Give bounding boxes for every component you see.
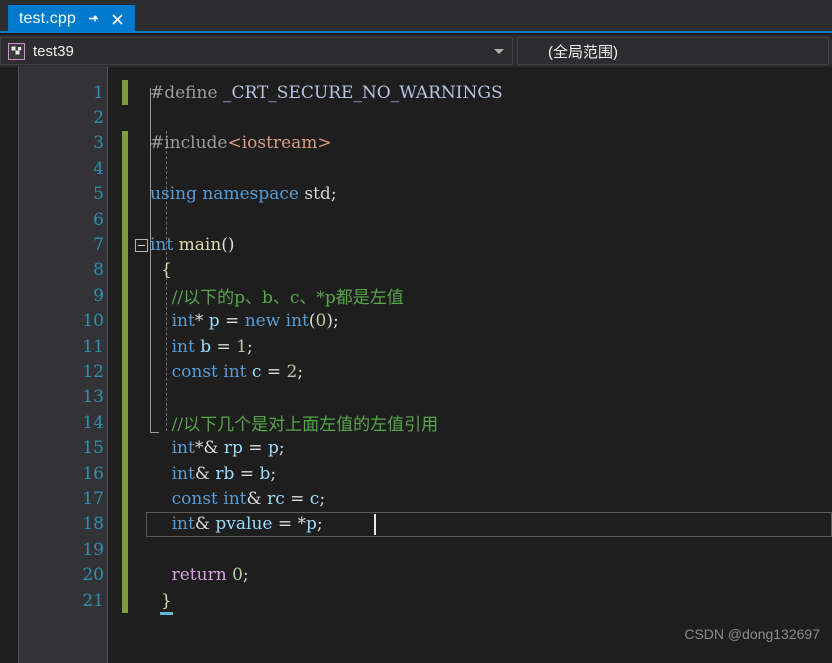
line-number: 14 — [82, 412, 104, 433]
code-row[interactable]: 6 — [0, 206, 832, 233]
change-bar — [122, 105, 128, 130]
line-number: 12 — [82, 361, 104, 382]
code-text: int& rb = b; — [171, 463, 277, 484]
line-number: 20 — [82, 565, 104, 586]
line-number: 5 — [93, 184, 104, 205]
code-text: int& pvalue = *p; — [171, 514, 323, 535]
change-bar — [122, 283, 128, 309]
code-text: int b = 1; — [171, 336, 253, 357]
cpp-project-icon — [8, 42, 25, 60]
code-row[interactable]: 13 — [0, 384, 832, 411]
change-bar — [122, 384, 128, 411]
code-text: const int c = 2; — [171, 361, 304, 382]
code-row[interactable]: 1 #define _CRT_SECURE_NO_WARNINGS — [0, 80, 832, 106]
code-row[interactable]: 2 — [0, 105, 832, 130]
change-bar — [122, 460, 128, 487]
change-bar — [122, 435, 128, 461]
code-row[interactable]: 10 int* p = new int(0); — [0, 308, 832, 334]
line-number: 3 — [93, 133, 104, 154]
change-bar — [122, 206, 128, 233]
code-row[interactable]: 9 //以下的p、b、c、*p都是左值 — [0, 283, 832, 309]
change-bar — [122, 308, 128, 334]
line-number: 11 — [82, 336, 104, 357]
change-bar — [122, 232, 128, 258]
code-editor[interactable]: 1 #define _CRT_SECURE_NO_WARNINGS 2 3 #i… — [0, 67, 832, 663]
code-row[interactable]: 4 — [0, 156, 832, 182]
close-icon[interactable] — [110, 11, 126, 27]
line-number: 16 — [82, 463, 104, 484]
line-number: 6 — [93, 209, 104, 230]
tab-active-underline — [0, 31, 832, 33]
change-bar — [122, 587, 128, 614]
brace-match-indicator — [160, 611, 173, 615]
change-bar — [122, 562, 128, 588]
code-row[interactable]: 14 //以下几个是对上面左值的左值引用 — [0, 410, 832, 436]
line-number: 18 — [82, 514, 104, 535]
navigation-bar: test39 (全局范围) — [0, 35, 832, 67]
collapse-outline-toggle[interactable] — [135, 238, 148, 252]
change-bar — [122, 130, 128, 157]
change-bar — [122, 181, 128, 207]
line-number: 9 — [93, 285, 104, 306]
line-number: 10 — [82, 311, 104, 332]
code-row-current[interactable]: 18 int& pvalue = *p; — [0, 511, 832, 538]
change-bar — [122, 257, 128, 284]
code-row[interactable]: 7 int main() — [0, 232, 832, 258]
code-text: int main() — [150, 235, 235, 256]
line-number: 15 — [82, 438, 104, 459]
code-text: int*& rp = p; — [171, 438, 285, 459]
change-bar — [122, 486, 128, 512]
code-text: using namespace std; — [150, 184, 337, 205]
code-row[interactable]: 17 const int& rc = c; — [0, 486, 832, 512]
code-text: #define _CRT_SECURE_NO_WARNINGS — [150, 82, 503, 103]
line-number: 1 — [93, 82, 104, 103]
change-bar — [122, 80, 128, 106]
code-row[interactable]: 16 int& rb = b; — [0, 460, 832, 487]
editor-tab-test-cpp[interactable]: test.cpp — [8, 5, 135, 33]
code-row[interactable]: 15 int*& rp = p; — [0, 435, 832, 461]
change-bar — [122, 156, 128, 182]
code-row[interactable]: 11 int b = 1; — [0, 333, 832, 360]
code-row[interactable]: 21 } — [0, 587, 832, 615]
change-bar — [122, 410, 128, 436]
code-row[interactable]: 19 — [0, 537, 832, 563]
code-text: int* p = new int(0); — [171, 311, 339, 332]
code-row[interactable]: 3 #include<iostream> — [0, 130, 832, 157]
project-scope-label: test39 — [33, 42, 74, 60]
tab-strip: test.cpp — [0, 0, 832, 33]
code-row[interactable]: 5 using namespace std; — [0, 181, 832, 207]
code-text: const int& rc = c; — [171, 488, 326, 509]
line-number: 7 — [93, 235, 104, 256]
line-number: 19 — [82, 539, 104, 560]
chevron-down-icon[interactable] — [494, 49, 504, 54]
code-text: //以下几个是对上面左值的左值引用 — [150, 415, 439, 436]
line-number: 13 — [82, 387, 104, 408]
member-scope-label: (全局范围) — [548, 43, 618, 61]
code-row[interactable]: 20 return 0; — [0, 562, 832, 588]
line-number: 4 — [93, 158, 104, 179]
code-text: { — [161, 260, 172, 281]
project-scope-dropdown[interactable]: test39 — [0, 37, 513, 65]
line-number: 2 — [93, 108, 104, 129]
watermark-text: CSDN @dong132697 — [684, 626, 820, 642]
line-number: 8 — [93, 260, 104, 281]
member-scope-dropdown[interactable]: (全局范围) — [517, 37, 829, 65]
change-bar — [122, 333, 128, 360]
code-lines[interactable]: 1 #define _CRT_SECURE_NO_WARNINGS 2 3 #i… — [0, 80, 832, 615]
change-bar — [122, 359, 128, 385]
code-text: #include<iostream> — [150, 133, 332, 154]
change-bar — [122, 511, 128, 538]
line-number: 17 — [82, 488, 104, 509]
change-bar — [122, 537, 128, 563]
text-caret — [374, 513, 376, 535]
code-text: return 0; — [171, 565, 249, 586]
pin-icon[interactable] — [85, 11, 101, 27]
line-number: 21 — [82, 590, 104, 611]
tab-title: test.cpp — [19, 10, 76, 27]
code-text: } — [161, 590, 172, 611]
code-text: //以下的p、b、c、*p都是左值 — [150, 288, 404, 309]
code-row[interactable]: 8 { — [0, 257, 832, 284]
code-row[interactable]: 12 const int c = 2; — [0, 359, 832, 385]
